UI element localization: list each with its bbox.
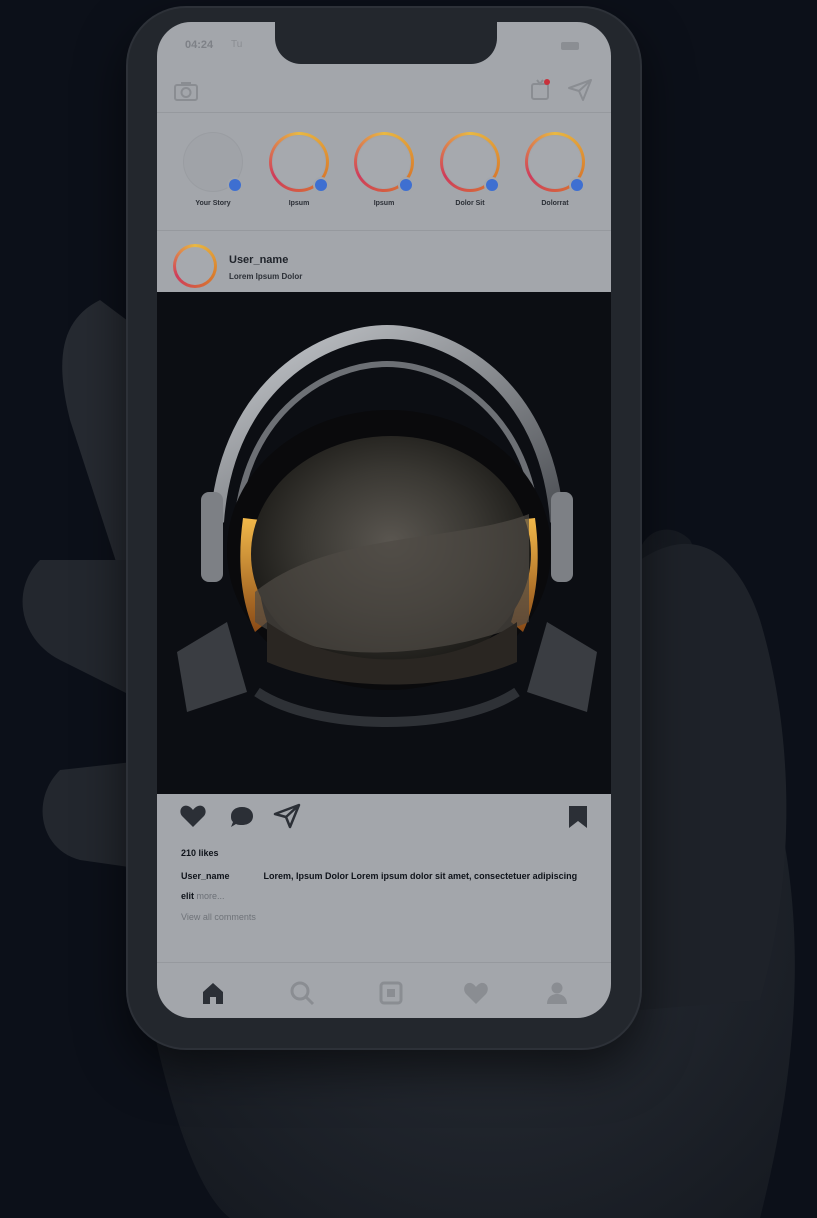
add-post-icon[interactable] bbox=[377, 979, 405, 1007]
caption-more-link[interactable]: more... bbox=[197, 891, 225, 901]
add-story-icon[interactable] bbox=[227, 177, 243, 193]
phone-screen: 04:24 Tu Your Story Ipsum Ipsum Dolor Si… bbox=[157, 22, 611, 1018]
story-label: Ipsum bbox=[288, 200, 310, 207]
bookmark-icon[interactable] bbox=[567, 804, 589, 830]
stories-tray: Your Story Ipsum Ipsum Dolor Sit Dolorra bbox=[157, 112, 611, 231]
home-icon[interactable] bbox=[199, 979, 227, 1007]
top-bar bbox=[157, 70, 611, 113]
post-location[interactable]: Lorem Ipsum Dolor bbox=[229, 272, 302, 281]
notification-dot bbox=[544, 79, 550, 85]
camera-icon[interactable] bbox=[173, 80, 199, 102]
battery-icon bbox=[561, 42, 579, 50]
story-badge-icon bbox=[484, 177, 500, 193]
status-time: 04:24 bbox=[185, 39, 214, 51]
profile-icon[interactable] bbox=[543, 979, 571, 1007]
astronaut-helmet-photo bbox=[157, 292, 611, 794]
like-icon[interactable] bbox=[179, 804, 207, 828]
story-item[interactable]: Ipsum bbox=[263, 132, 335, 228]
view-all-comments-link[interactable]: View all comments bbox=[181, 912, 256, 922]
story-badge-icon bbox=[569, 177, 585, 193]
story-item[interactable]: Ipsum bbox=[348, 132, 420, 228]
caption-text: Lorem, Ipsum Dolor Lorem ipsum dolor sit… bbox=[181, 871, 578, 901]
story-label: Ipsum bbox=[373, 200, 395, 207]
post-caption: User_name Lorem, Ipsum Dolor Lorem ipsum … bbox=[181, 866, 591, 906]
story-label: Dolorrat bbox=[541, 200, 569, 207]
mockup-scene: 04:24 Tu Your Story Ipsum Ipsum Dolor Si… bbox=[0, 0, 817, 1218]
share-icon[interactable] bbox=[273, 803, 301, 829]
heart-icon[interactable] bbox=[462, 979, 490, 1007]
story-label: Your Story bbox=[195, 200, 231, 207]
status-carrier: Tu bbox=[231, 39, 243, 50]
likes-count[interactable]: 210 likes bbox=[181, 848, 219, 858]
post-header: User_name Lorem Ipsum Dolor bbox=[157, 230, 611, 292]
search-icon[interactable] bbox=[288, 979, 316, 1007]
bottom-nav bbox=[157, 962, 611, 1018]
phone-notch bbox=[275, 22, 497, 64]
direct-message-icon[interactable] bbox=[567, 78, 593, 102]
story-badge-icon bbox=[398, 177, 414, 193]
caption-username[interactable]: User_name bbox=[181, 871, 230, 881]
post-author-avatar[interactable] bbox=[173, 244, 217, 288]
post-image[interactable] bbox=[157, 292, 611, 794]
comment-icon[interactable] bbox=[229, 805, 255, 829]
story-item[interactable]: Dolor Sit bbox=[434, 132, 506, 228]
post-username[interactable]: User_name bbox=[229, 254, 288, 266]
post-actions bbox=[157, 794, 611, 834]
story-badge-icon bbox=[313, 177, 329, 193]
story-label: Dolor Sit bbox=[455, 200, 485, 207]
story-item[interactable]: Dolorrat bbox=[519, 132, 591, 228]
story-your-story[interactable]: Your Story bbox=[177, 132, 249, 228]
